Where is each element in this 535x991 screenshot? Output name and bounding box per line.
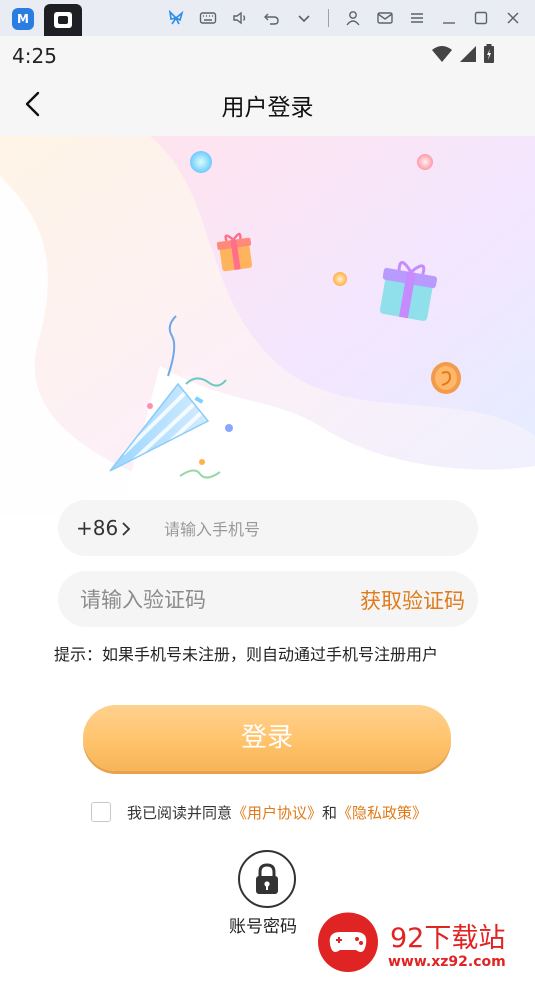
verification-code-input[interactable] bbox=[78, 585, 332, 615]
get-code-button[interactable]: 获取验证码 bbox=[360, 585, 465, 615]
chevron-down-icon[interactable] bbox=[288, 8, 320, 28]
chevron-right-icon[interactable] bbox=[120, 521, 132, 536]
undo-icon[interactable] bbox=[256, 8, 288, 28]
phone-field: +86 bbox=[58, 500, 478, 556]
minimize-icon[interactable] bbox=[433, 8, 465, 28]
login-button[interactable]: 登录 bbox=[83, 705, 451, 771]
user-icon[interactable] bbox=[337, 8, 369, 28]
battery-icon bbox=[483, 44, 495, 68]
active-app-tab[interactable] bbox=[44, 4, 82, 36]
page-header: 用户登录 bbox=[0, 72, 535, 136]
maximize-icon[interactable] bbox=[465, 8, 497, 28]
registration-hint: 提示：如果手机号未注册，则自动通过手机号注册用户 bbox=[54, 645, 439, 664]
password-login-label: 账号密码 bbox=[229, 917, 297, 937]
status-time: 4:25 bbox=[12, 44, 57, 68]
wifi-icon bbox=[431, 45, 453, 67]
app-tab-icon[interactable]: M bbox=[12, 8, 34, 30]
password-login-button[interactable] bbox=[238, 850, 296, 908]
agreement-row: 我已阅读并同意 《用户协议》 和 《隐私政策》 bbox=[91, 801, 427, 823]
agreement-checkbox[interactable] bbox=[91, 802, 111, 822]
phone-input[interactable] bbox=[162, 516, 466, 542]
watermark-brand: 92下载站 bbox=[390, 923, 506, 954]
page-title: 用户登录 bbox=[221, 95, 314, 121]
emulator-toolbar: M bbox=[0, 0, 535, 36]
volume-icon[interactable] bbox=[224, 8, 256, 28]
signal-icon bbox=[459, 45, 477, 67]
privacy-policy-link[interactable]: 《隐私政策》 bbox=[337, 802, 427, 823]
agreement-and-text: 和 bbox=[322, 803, 338, 822]
verification-code-field: 获取验证码 bbox=[58, 571, 478, 627]
hero-illustration bbox=[0, 136, 535, 516]
status-bar: 4:25 bbox=[0, 36, 535, 72]
country-code-selector[interactable]: +86 bbox=[76, 516, 118, 540]
mail-icon[interactable] bbox=[369, 8, 401, 28]
lock-icon bbox=[256, 863, 278, 894]
user-agreement-link[interactable]: 《用户协议》 bbox=[232, 802, 322, 823]
toolbar-divider bbox=[328, 9, 329, 27]
agreement-text: 我已阅读并同意 bbox=[127, 803, 233, 822]
keyboard-icon[interactable] bbox=[192, 8, 224, 28]
butterfly-icon[interactable] bbox=[160, 8, 192, 28]
watermark-url: www.xz92.com bbox=[388, 954, 506, 970]
close-icon[interactable] bbox=[497, 8, 529, 28]
site-watermark: 92下载站 www.xz92.com bbox=[296, 902, 535, 987]
menu-icon[interactable] bbox=[401, 8, 433, 28]
